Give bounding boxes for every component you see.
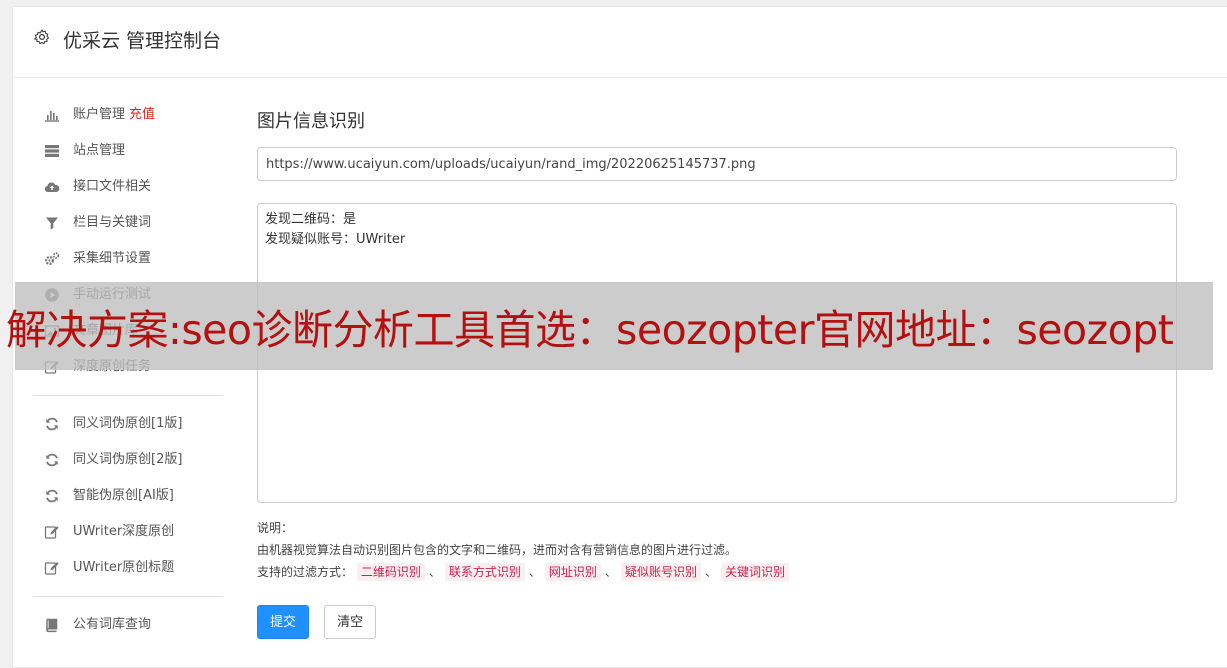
sidebar-item-label: 公有词库查询: [73, 617, 152, 632]
sidebar-item-label: UWriter深度原创: [73, 524, 175, 539]
sidebar-item-label: 同义词伪原创[2版]: [73, 452, 183, 467]
sidebar-item[interactable]: 采集细节设置: [33, 241, 223, 277]
sidebar-item-label: UWriter原创标题: [73, 560, 175, 575]
sidebar-divider: [33, 596, 223, 597]
sidebar-item-label: 同义词伪原创[1版]: [73, 416, 183, 431]
sidebar-item[interactable]: UWriter原创标题: [33, 550, 223, 586]
sidebar-item-label: 采集细节设置: [73, 251, 152, 266]
submit-button[interactable]: 提交: [257, 605, 310, 639]
filter-separator: 、: [428, 565, 441, 579]
recharge-link[interactable]: 充值: [129, 107, 155, 122]
sidebar-item[interactable]: 接口文件相关: [33, 169, 223, 205]
filters-label: 支持的过滤方式：: [257, 565, 354, 579]
filter-separator: 、: [604, 565, 617, 579]
refresh-icon: [44, 452, 60, 468]
sidebar-item[interactable]: UWriter深度原创: [33, 514, 223, 550]
edit-icon: [44, 560, 60, 576]
edit-icon: [44, 524, 60, 540]
filter-tag: 二维码识别: [356, 563, 425, 581]
clear-button[interactable]: 清空: [324, 605, 377, 639]
filter-tag: 联系方式识别: [444, 563, 525, 581]
book-icon: [44, 617, 60, 633]
gear-icon: [34, 29, 50, 45]
watermark-text: 解决方案:seo诊断分析工具首选：seozopter官网地址：seozopt: [6, 306, 1174, 354]
image-url-input[interactable]: [257, 147, 1177, 181]
sidebar-divider: [33, 395, 223, 396]
sidebar-item[interactable]: 公有词库查询: [33, 607, 223, 643]
sidebar-item[interactable]: 同义词伪原创[2版]: [33, 442, 223, 478]
sidebar-item-label: 栏目与关键词: [73, 215, 152, 230]
app-title: 优采云 管理控制台: [63, 30, 222, 52]
result-line: 发现二维码：是: [265, 212, 357, 227]
gears-icon: [44, 251, 60, 267]
page-title: 图片信息识别: [257, 111, 365, 132]
notes-section: 说明： 由机器视觉算法自动识别图片包含的文字和二维码，进而对含有营销信息的图片进…: [257, 517, 1177, 583]
filter-tag: 疑似账号识别: [620, 563, 701, 581]
sidebar-item[interactable]: 栏目与关键词: [33, 205, 223, 241]
action-buttons: 提交 清空: [257, 605, 1177, 639]
refresh-icon: [44, 416, 60, 432]
filter-separator: 、: [704, 565, 717, 579]
notes-label: 说明：: [257, 521, 294, 535]
panel-header: 优采云 管理控制台: [13, 7, 1227, 78]
main-content: 图片信息识别 发现二维码：是 发现疑似账号：UWriter 说明： 由机器视觉算…: [257, 107, 1177, 639]
result-line: 发现疑似账号：UWriter: [265, 232, 406, 247]
bar-chart-icon: [44, 107, 60, 123]
sidebar-item-label: 接口文件相关: [73, 179, 152, 194]
server-icon: [44, 143, 60, 159]
filter-separator: 、: [528, 565, 541, 579]
cloud-upload-icon: [44, 179, 60, 195]
sidebar-item[interactable]: 同义词伪原创[1版]: [33, 406, 223, 442]
sidebar-nav: 账户管理充值站点管理接口文件相关栏目与关键词采集细节设置手动运行测试文章图片库深…: [33, 97, 223, 643]
sidebar-item-label: 站点管理: [73, 143, 126, 158]
sidebar-item[interactable]: 智能伪原创[AI版]: [33, 478, 223, 514]
filter-icon: [44, 215, 60, 231]
sidebar-item[interactable]: 站点管理: [33, 133, 223, 169]
sidebar-item-label: 账户管理: [73, 107, 126, 122]
sidebar-item-label: 智能伪原创[AI版]: [73, 488, 174, 503]
filter-tag: 关键词识别: [720, 563, 789, 581]
filter-tag: 网址识别: [544, 563, 601, 581]
refresh-icon: [44, 488, 60, 504]
sidebar-item[interactable]: 账户管理 充值: [33, 97, 223, 133]
filters-row: 支持的过滤方式： 二维码识别、联系方式识别、网址识别、疑似账号识别、关键词识别: [257, 561, 1177, 583]
notes-description: 由机器视觉算法自动识别图片包含的文字和二维码，进而对含有营销信息的图片进行过滤。: [257, 543, 738, 557]
